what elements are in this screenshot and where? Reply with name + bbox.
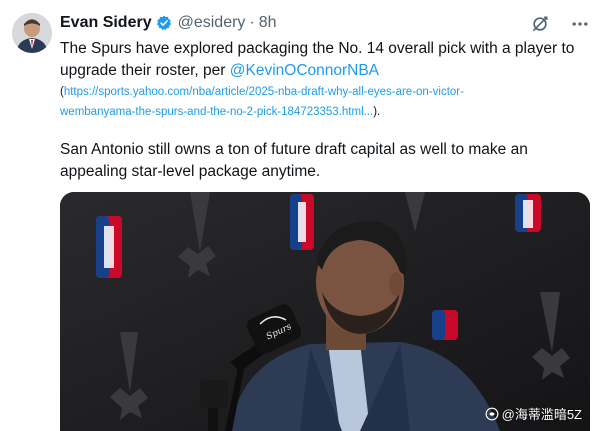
- author-name[interactable]: Evan Sidery: [60, 14, 152, 32]
- article-link-part-2[interactable]: wembanyama-the-spurs-and-the-no-2-pick-1…: [60, 106, 373, 118]
- separator-dot: ·: [249, 14, 255, 31]
- paren-close: ).: [373, 106, 381, 118]
- author-handle[interactable]: @esidery: [178, 14, 246, 32]
- mention-link[interactable]: @KevinOConnorNBA: [230, 62, 379, 79]
- nba-logo-right: [515, 194, 541, 232]
- tweet-line-2: upgrade their roster, per @KevinOConnorN…: [60, 60, 590, 82]
- nba-logo-mid: [432, 310, 458, 340]
- tweet-line-2-text: upgrade their roster, per: [60, 62, 230, 79]
- watermark: @海蒂滥暗5Z: [485, 404, 582, 423]
- article-link-line-1: (https://sports.yahoo.com/nba/article/20…: [60, 82, 590, 102]
- article-link-line-2: wembanyama-the-spurs-and-the-no-2-pick-1…: [60, 102, 590, 122]
- watermark-logo-icon: [485, 407, 499, 421]
- nba-logo-center: [290, 194, 314, 250]
- tweet-media-image[interactable]: Spurs @海蒂滥暗5Z: [60, 192, 590, 431]
- tweet-line-1: The Spurs have explored packaging the No…: [60, 40, 575, 57]
- nba-logo-left: [96, 216, 122, 278]
- tweet-actions: [530, 14, 590, 34]
- more-dots-icon[interactable]: [570, 14, 590, 34]
- no-notifications-icon[interactable]: [530, 14, 550, 34]
- verified-badge-icon: [156, 15, 172, 31]
- press-conference-photo: Spurs: [60, 192, 590, 431]
- tweet-header: Evan Sidery @esidery · 8h: [60, 13, 277, 33]
- para2-line-2: appealing star-level package anytime.: [60, 163, 321, 180]
- tweet-paragraph-2: San Antonio still owns a ton of future d…: [60, 139, 590, 183]
- article-link-part-1[interactable]: https://sports.yahoo.com/nba/article/202…: [64, 86, 464, 98]
- author-avatar[interactable]: [12, 13, 52, 53]
- tweet-body: The Spurs have explored packaging the No…: [60, 38, 590, 122]
- para2-line-1: San Antonio still owns a ton of future d…: [60, 141, 528, 158]
- watermark-text: @海蒂滥暗5Z: [501, 407, 582, 422]
- tweet-time[interactable]: 8h: [259, 14, 277, 32]
